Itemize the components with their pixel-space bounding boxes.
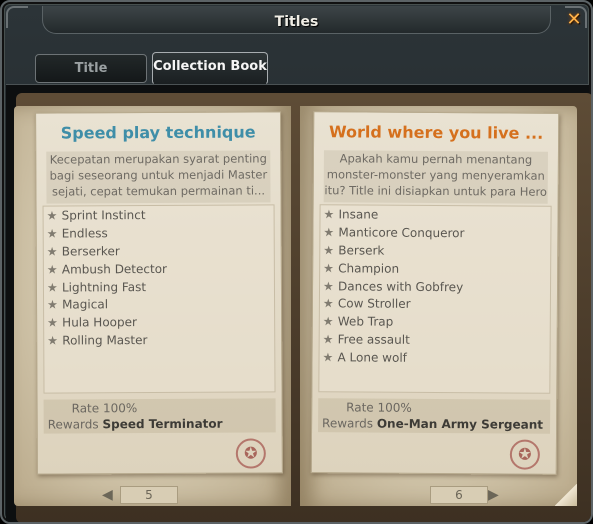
rewards-label: Rewards	[322, 416, 374, 431]
rewards-line: Rewards Speed Terminator	[48, 417, 223, 432]
title-name: A Lone wolf	[337, 350, 407, 365]
close-icon[interactable]: ✕	[565, 11, 583, 29]
certificate-fine-print	[88, 439, 218, 466]
title-name: Magical	[62, 297, 109, 312]
star-icon: ★	[323, 225, 335, 240]
star-icon: ★	[322, 350, 334, 365]
star-icon: ★	[46, 262, 58, 277]
title-list-item[interactable]: ★ Hula Hooper	[44, 313, 274, 332]
star-icon: ★	[322, 278, 334, 293]
title-name: Berserk	[338, 243, 385, 258]
title-list-item[interactable]: ★ Web Trap	[320, 313, 550, 332]
title-name: Ambush Detector	[61, 261, 168, 277]
star-icon: ★	[47, 297, 58, 313]
collection-heading: Speed play technique	[60, 122, 256, 143]
title-name: Lightning Fast	[61, 279, 147, 295]
star-icon: ★	[47, 333, 59, 348]
seal-icon: ✪	[509, 439, 540, 470]
titles-window: Titles ✕ Title Collection Book Speed pla…	[0, 0, 593, 524]
rewards-value: One-Man Army Sergeant	[376, 416, 544, 432]
collection-card-right: World where you live ... Apakah kamu per…	[310, 111, 560, 475]
completion-rate: Rate 100%	[346, 400, 412, 415]
certificate-fine-print	[362, 438, 492, 465]
star-icon: ★	[46, 280, 58, 295]
seal-icon: ✪	[235, 438, 266, 469]
star-icon: ★	[322, 332, 334, 347]
star-icon: ★	[323, 260, 334, 275]
title-name: Cow Stroller	[337, 296, 411, 312]
title-list-item[interactable]: ★ Champion	[320, 259, 550, 278]
title-name: Berserker	[61, 243, 120, 259]
title-list-item[interactable]: ★ Free assault	[320, 330, 550, 349]
frame-corner-left	[6, 6, 28, 28]
arrow-right-icon[interactable]: ▶	[488, 486, 499, 504]
title-bar: Titles	[42, 6, 551, 34]
title-list-item[interactable]: ★ Endless	[44, 223, 274, 242]
title-list-item[interactable]: ★ Insane	[320, 205, 550, 224]
title-name: Dances with Gobfrey	[337, 278, 464, 294]
star-icon: ★	[46, 244, 58, 259]
star-icon: ★	[322, 296, 334, 311]
page-number-right: 6	[430, 486, 488, 504]
rewards-value: Speed Terminator	[102, 416, 223, 432]
title-list-item[interactable]: ★ Ambush Detector	[44, 259, 274, 278]
title-name: Rolling Master	[62, 333, 148, 348]
page-number-left: 5	[120, 486, 178, 504]
title-list-item[interactable]: ★ Lightning Fast	[44, 277, 274, 296]
title-list-item[interactable]: ★ Sprint Instinct	[44, 205, 274, 224]
star-icon: ★	[323, 207, 335, 222]
title-name: Manticore Conqueror	[338, 225, 465, 241]
rewards-line: Rewards One-Man Army Sergeant	[322, 416, 543, 432]
title-name: Champion	[338, 260, 400, 276]
title-list-item[interactable]: ★ Dances with Gobfrey	[320, 277, 550, 296]
tab-collection-book[interactable]: Collection Book	[152, 52, 268, 85]
title-name: Free assault	[337, 332, 410, 348]
title-name: Insane	[338, 207, 379, 222]
rewards-label: Rewards	[47, 417, 99, 432]
title-name: Hula Hooper	[62, 315, 137, 330]
window-title: Titles	[274, 14, 319, 30]
collection-description: Kecepatan merupakan syarat penting bagi …	[46, 150, 271, 204]
collection-card-left: Speed play technique Kecepatan merupakan…	[35, 111, 283, 475]
title-list-item[interactable]: ★ Berserker	[44, 241, 274, 260]
title-list-item[interactable]: ★ Manticore Conqueror	[320, 223, 550, 242]
title-list: ★ Sprint Instinct ★ Endless ★ Berserker ★ Ambus…	[42, 204, 276, 394]
title-list-item[interactable]: ★ Rolling Master	[44, 331, 274, 350]
page-curl-corner[interactable]	[555, 484, 577, 506]
title-name: Web Trap	[337, 314, 394, 330]
tab-title[interactable]: Title	[35, 54, 147, 83]
star-icon: ★	[46, 226, 58, 241]
star-icon: ★	[47, 315, 58, 330]
title-list-item[interactable]: ★ Magical	[44, 295, 274, 314]
title-list-item[interactable]: ★ Cow Stroller	[320, 295, 550, 314]
star-icon: ★	[46, 208, 58, 223]
title-name: Sprint Instinct	[61, 208, 146, 223]
arrow-left-icon[interactable]: ◀	[102, 486, 113, 504]
title-list: ★ Insane ★ Manticore Conqueror ★ Berserk ★ Cham…	[318, 204, 552, 394]
title-list-item[interactable]: ★ A Lone wolf	[319, 348, 549, 367]
title-name: Endless	[61, 226, 108, 241]
completion-rate: Rate 100%	[71, 401, 138, 416]
collection-description: Apakah kamu pernah menantang monster-mon…	[323, 150, 548, 204]
collection-heading: World where you live ...	[328, 122, 544, 143]
star-icon: ★	[322, 314, 334, 329]
title-list-item[interactable]: ★ Berserk	[320, 241, 550, 260]
star-icon: ★	[323, 243, 335, 258]
